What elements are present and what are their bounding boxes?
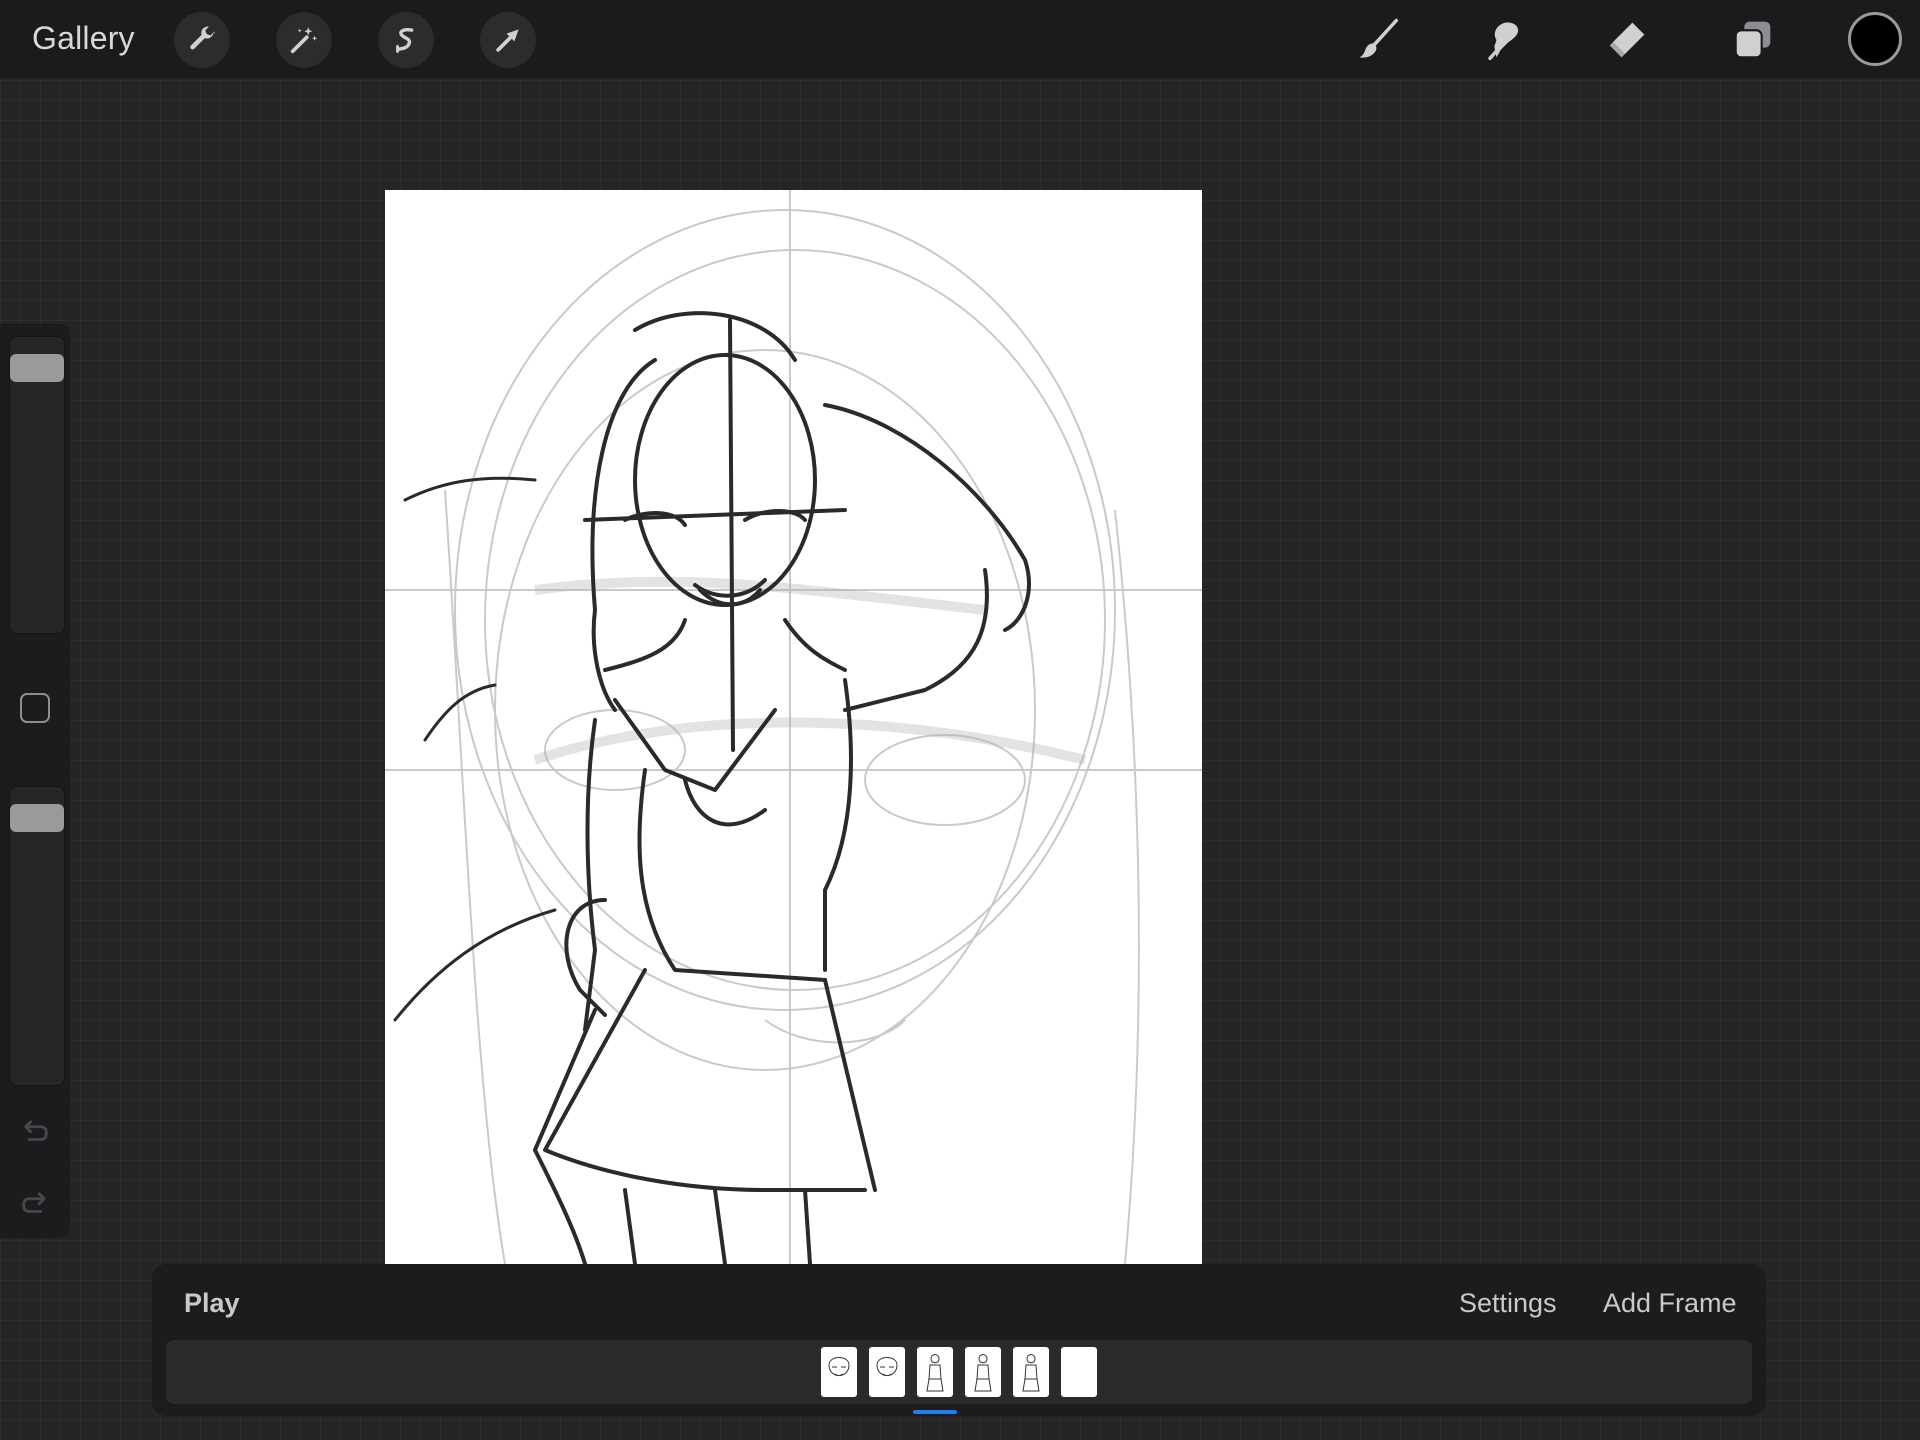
frame-thumbnail[interactable] [869, 1347, 905, 1397]
layers-icon[interactable] [1725, 12, 1781, 68]
magic-wand-icon[interactable] [276, 12, 332, 68]
transform-arrow-icon[interactable] [480, 12, 536, 68]
drawing-canvas[interactable] [385, 190, 1202, 1264]
frame-thumbnail-sketch [876, 1357, 898, 1376]
brush-size-handle[interactable] [10, 354, 64, 382]
top-toolbar: Gallery [0, 0, 1920, 78]
brush-icon[interactable] [1351, 12, 1407, 68]
redo-icon[interactable] [18, 1186, 52, 1220]
gallery-button[interactable]: Gallery [32, 20, 135, 57]
frame-thumbnail-sketch [1022, 1354, 1040, 1392]
brush-opacity-handle[interactable] [10, 804, 64, 833]
wrench-icon[interactable] [174, 12, 230, 68]
undo-icon[interactable] [18, 1114, 52, 1148]
play-button[interactable]: Play [184, 1288, 240, 1319]
frame-thumbnail-sketch [974, 1354, 992, 1392]
selection-s-icon[interactable] [378, 12, 434, 68]
left-sidebar [0, 324, 70, 1238]
color-swatch[interactable] [1848, 12, 1902, 66]
frame-thumbnail[interactable] [821, 1347, 857, 1397]
eraser-icon[interactable] [1599, 12, 1655, 68]
modify-button[interactable] [20, 693, 50, 723]
smudge-icon[interactable] [1475, 12, 1531, 68]
frame-list [166, 1340, 1752, 1404]
sketch-drawing [385, 190, 1202, 1264]
brush-opacity-slider[interactable] [9, 786, 65, 1086]
frame-thumbnail[interactable] [1061, 1347, 1097, 1397]
active-frame-indicator [913, 1410, 957, 1414]
frame-thumbnail[interactable] [1013, 1347, 1049, 1397]
add-frame-button[interactable]: Add Frame [1603, 1288, 1737, 1319]
frame-thumbnail-sketch [926, 1354, 944, 1392]
frame-thumbnail[interactable] [917, 1347, 953, 1397]
settings-button[interactable]: Settings [1459, 1288, 1557, 1319]
frame-thumbnail-sketch [828, 1357, 850, 1376]
frame-thumbnail[interactable] [965, 1347, 1001, 1397]
frame-timeline[interactable] [166, 1340, 1752, 1404]
brush-size-slider[interactable] [9, 336, 65, 634]
animation-assist-panel: Play Settings Add Frame [152, 1264, 1766, 1416]
